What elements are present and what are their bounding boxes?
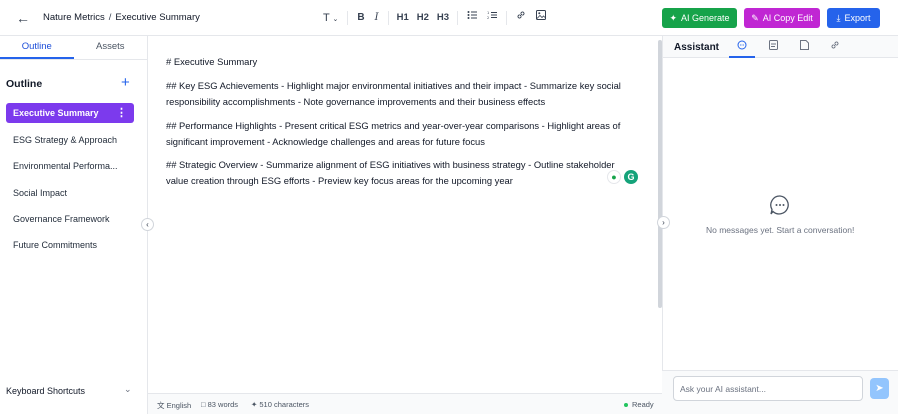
tab-document[interactable] (760, 40, 786, 58)
breadcrumb-separator: / (108, 12, 112, 23)
keyboard-shortcuts-label[interactable]: Keyboard Shortcuts (6, 386, 85, 396)
tab-link[interactable] (822, 40, 848, 58)
link-icon[interactable] (511, 9, 531, 27)
ai-generate-label: AI Generate (681, 13, 730, 23)
toolbar-divider (457, 11, 459, 25)
bold-button[interactable]: B (352, 9, 369, 27)
sparkle-icon: ✦ (669, 12, 677, 23)
empty-chat-icon (770, 195, 789, 215)
editor-paragraph[interactable]: ## Strategic Overview - Summarize alignm… (166, 157, 636, 189)
collapse-sidebar-button[interactable]: ‹ (141, 218, 154, 231)
chat-icon (737, 40, 747, 50)
plus-icon[interactable]: + (121, 74, 130, 91)
export-button[interactable]: ⤓ Export (827, 8, 880, 28)
toolbar-divider (387, 11, 389, 25)
top-bar: ← Nature Metrics / Executive Summary T ⌄ B… (0, 0, 898, 36)
assistant-title: Assistant (674, 42, 720, 53)
font-type-icon: T (323, 12, 330, 24)
image-icon[interactable] (531, 9, 551, 27)
word-count-label: 83 words (207, 400, 239, 409)
outline-item-executive-summary[interactable]: Executive Summary ⋮ (6, 103, 134, 123)
ready-status: Ready (624, 400, 654, 409)
language-status: 文 English (157, 400, 191, 411)
file-icon (799, 40, 809, 50)
app-window: ← Nature Metrics / Executive Summary T ⌄ B… (0, 0, 898, 414)
outline-sidebar: Outline Assets Outline + Executive Summa… (0, 36, 148, 414)
ready-label: Ready (632, 400, 654, 409)
format-toolbar: T ⌄ B I H1 H2 H3 12 (318, 9, 551, 27)
toolbar-divider (506, 11, 508, 25)
sidebar-tabs: Outline Assets (0, 36, 147, 60)
character-count: ✦ 510 characters (251, 400, 309, 409)
chevron-down-icon[interactable]: ⌄ (124, 384, 132, 395)
comment-icon: □ (201, 400, 206, 409)
language-label: English (166, 401, 192, 410)
outline-item-governance-framework[interactable]: Governance Framework (6, 209, 134, 229)
text-style-dropdown[interactable]: T ⌄ (318, 9, 343, 27)
grammarly-icon[interactable]: G (624, 170, 638, 184)
outline-item-future-commitments[interactable]: Future Commitments (6, 235, 134, 255)
svg-text:2: 2 (487, 16, 489, 20)
send-icon[interactable]: ➤ (870, 378, 889, 399)
tab-assets[interactable]: Assets (74, 36, 148, 59)
tab-outline[interactable]: Outline (0, 36, 74, 59)
more-options-icon[interactable]: ⋮ (116, 103, 127, 123)
assistant-input[interactable] (673, 376, 863, 401)
status-dot (624, 403, 628, 408)
translate-icon: 文 (157, 401, 165, 410)
breadcrumb-project[interactable]: Nature Metrics (43, 12, 105, 23)
editor-paragraph[interactable]: ## Key ESG Achievements - Highlight majo… (166, 78, 636, 110)
outline-heading: Outline (6, 78, 43, 90)
outline-item-esg-strategy[interactable]: ESG Strategy & Approach (6, 130, 134, 150)
outline-item-social-impact[interactable]: Social Impact (6, 183, 134, 203)
bullet-list-icon[interactable] (462, 9, 482, 27)
assistant-header: Assistant (663, 36, 898, 58)
tab-file[interactable] (791, 40, 817, 58)
heading-2-button[interactable]: H2 (413, 9, 433, 27)
editor-paragraph[interactable]: ## Performance Highlights - Present crit… (166, 118, 636, 150)
link-icon (831, 41, 839, 49)
ai-generate-button[interactable]: ✦ AI Generate (662, 8, 737, 28)
editor-paragraph[interactable]: # Executive Summary (166, 54, 636, 70)
ai-copy-edit-label: AI Copy Edit (762, 13, 813, 23)
status-bar: 文 English □ 83 words ✦ 510 characters Re… (148, 393, 662, 414)
tab-chat[interactable] (729, 40, 755, 58)
arrow-left-icon[interactable]: ← (16, 10, 30, 26)
outline-item-label: Executive Summary (13, 108, 99, 118)
word-count: □ 83 words (201, 400, 238, 409)
svg-text:1: 1 (487, 11, 489, 15)
breadcrumb-document: Executive Summary (115, 12, 200, 23)
empty-chat-message: No messages yet. Start a conversation! (706, 225, 855, 235)
italic-button[interactable]: I (370, 9, 384, 27)
download-icon: ⤓ (836, 12, 841, 23)
document-icon (768, 40, 778, 50)
toolbar-divider (347, 11, 349, 25)
ai-copy-edit-button[interactable]: ✎ AI Copy Edit (744, 8, 820, 28)
edit-icon: ✎ (751, 12, 759, 23)
breadcrumb: Nature Metrics / Executive Summary (43, 12, 200, 23)
writing-assistant-badges: ● G (607, 170, 638, 184)
outline-item-environmental-performance[interactable]: Environmental Performa... (6, 156, 134, 176)
sparkle-icon: ✦ (251, 400, 258, 409)
character-count-label: 510 characters (259, 400, 310, 409)
heading-1-button[interactable]: H1 (393, 9, 413, 27)
numbered-list-icon[interactable]: 12 (482, 9, 502, 27)
heading-3-button[interactable]: H3 (433, 9, 453, 27)
chevron-down-icon: ⌄ (332, 16, 339, 23)
lightbulb-icon[interactable]: ● (607, 170, 621, 184)
collapse-assistant-button[interactable]: › (657, 216, 670, 229)
export-label: Export (844, 13, 871, 23)
